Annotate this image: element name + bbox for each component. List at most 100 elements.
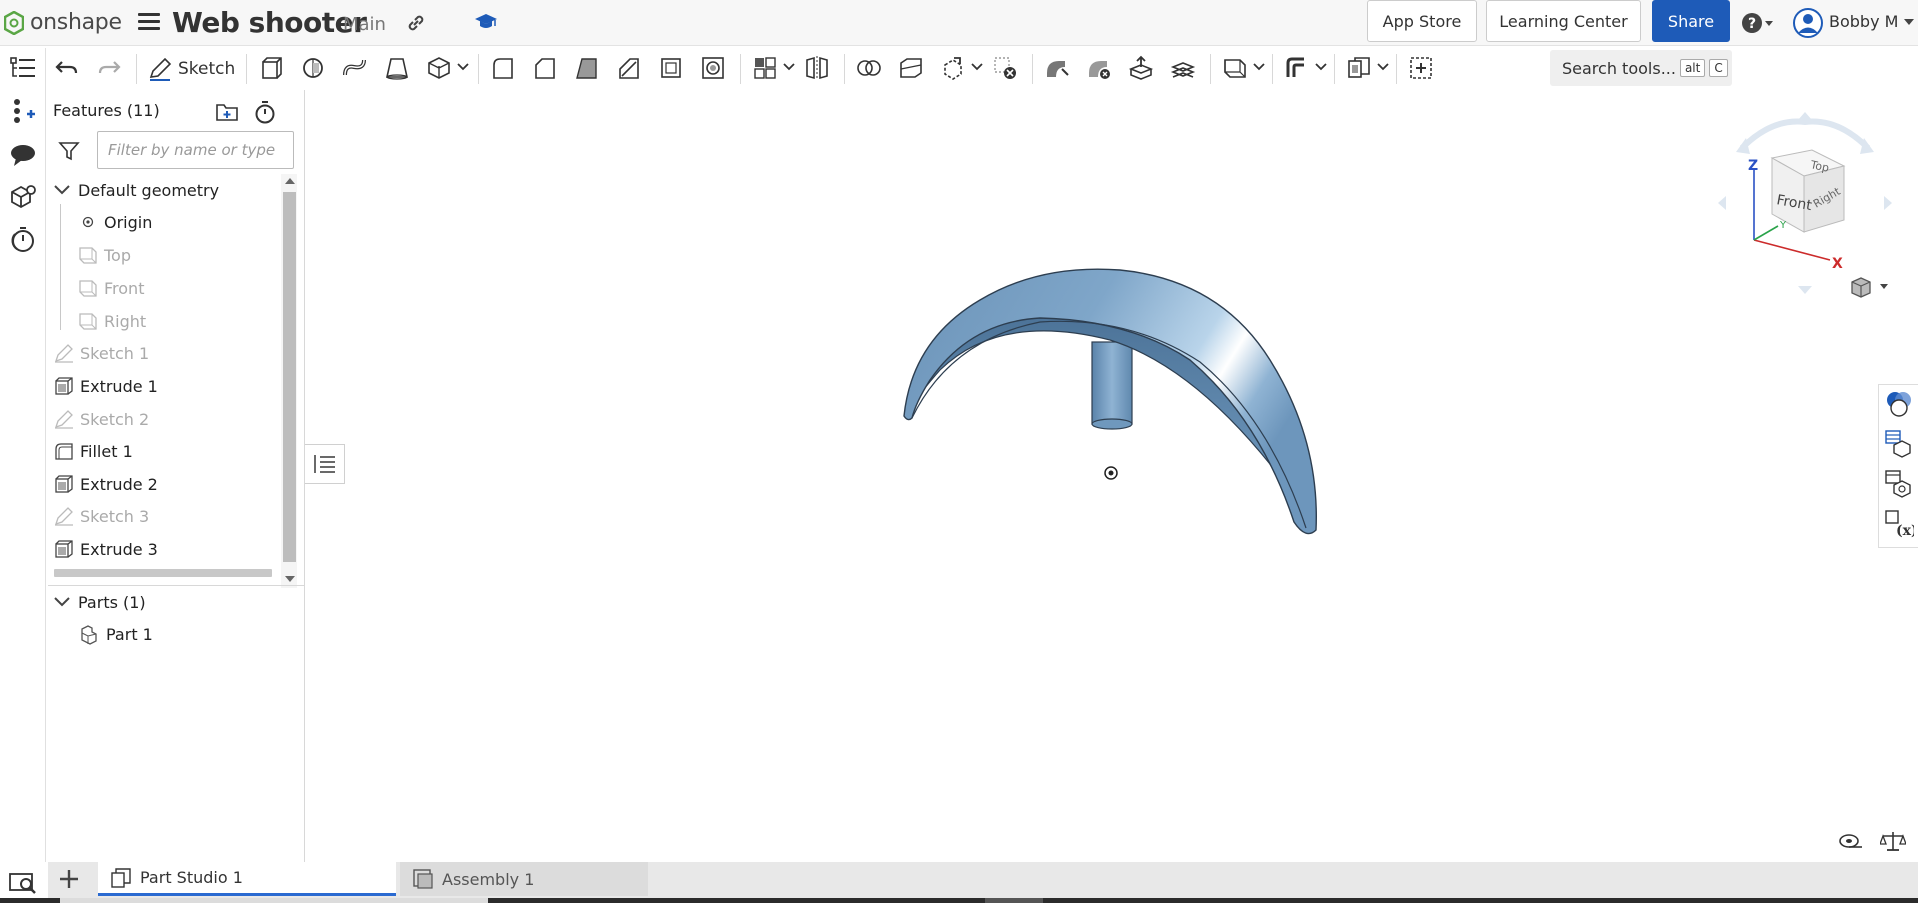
svg-text:(x): (x) [1896,523,1914,539]
onshape-logo[interactable]: onshape [4,10,122,35]
feature-panel: Features (11) Default geometry Origin To… [48,90,305,862]
list-item[interactable]: Extrude 3 [54,533,158,565]
filter-icon[interactable] [58,140,80,162]
fillet-icon [55,443,73,460]
appearance-icon[interactable] [1884,389,1914,419]
mass-properties-icon[interactable] [1880,830,1906,852]
frame-icon[interactable] [1344,54,1374,82]
share-button[interactable]: Share [1652,0,1730,42]
search-view-icon[interactable] [8,870,38,896]
chevron-down-icon[interactable] [456,62,470,72]
variable-table-icon[interactable] [1884,469,1914,499]
logo-text: onshape [30,10,122,35]
chamfer-icon[interactable] [530,54,560,82]
list-item[interactable]: Right [78,305,146,337]
draft-icon[interactable] [572,54,602,82]
chevron-down-icon[interactable] [52,592,72,612]
rib-icon[interactable] [614,54,644,82]
add-folder-icon[interactable] [215,100,241,122]
list-item[interactable]: Top [78,239,131,271]
view-cube[interactable]: Top Front Right Z X Y [1712,108,1898,298]
delete-part-icon[interactable] [990,54,1020,82]
help-icon[interactable]: ? [1741,12,1775,34]
history-timer-icon[interactable] [8,224,38,254]
chevron-down-icon[interactable] [1376,62,1390,72]
chevron-down-icon[interactable] [1904,18,1914,26]
pattern-icon[interactable] [750,54,780,82]
loft-icon[interactable] [382,54,412,82]
feature-tree-scrollbar[interactable] [281,174,297,588]
delete-face-icon[interactable] [1084,54,1114,82]
tape-measure-icon[interactable] [1838,830,1864,852]
app-store-button[interactable]: App Store [1367,0,1477,42]
shell-icon[interactable] [656,54,686,82]
custom-features-icon[interactable]: (x) [1884,509,1914,539]
configurations-icon[interactable] [1884,429,1914,459]
chevron-down-icon[interactable] [970,62,984,72]
axis-x-label: X [1832,256,1843,272]
split-icon[interactable] [896,54,926,82]
list-item[interactable]: Sketch 2 [54,403,149,435]
comments-icon[interactable] [8,140,38,170]
sheet-metal-icon[interactable] [1282,54,1312,82]
thicken-icon[interactable] [424,54,454,82]
axis-z-label: Z [1748,158,1758,174]
rollback-timer-icon[interactable] [254,100,276,124]
parts-group[interactable]: Parts (1) [52,586,146,618]
add-tab-icon[interactable] [56,866,82,892]
extrude-icon[interactable] [256,54,286,82]
list-item[interactable]: Front [78,272,144,304]
mirror-icon[interactable] [802,54,832,82]
transform-icon[interactable] [938,54,968,82]
sketch-button[interactable]: Sketch [148,56,235,82]
user-name[interactable]: Bobby M [1829,12,1898,31]
insert-icon[interactable] [8,96,38,126]
sketch-icon [54,410,73,429]
list-item[interactable]: Extrude 1 [54,370,158,402]
list-item[interactable]: Part 1 [78,618,153,650]
feature-list-icon[interactable] [8,54,38,84]
plane-icon[interactable] [1220,54,1250,82]
chevron-down-icon[interactable] [782,62,796,72]
workspace-name[interactable]: Main [343,14,386,35]
chevron-down-icon[interactable] [1314,62,1328,72]
replace-face-icon[interactable] [1168,54,1198,82]
list-item[interactable]: Sketch 1 [54,337,149,369]
tab-bar: Part Studio 1 Assembly 1 [48,862,1918,898]
sweep-icon[interactable] [340,54,370,82]
filter-input[interactable] [97,131,294,169]
main-toolbar: Sketch Search tools... alt C [48,48,1918,88]
scrollbar-thumb[interactable] [283,192,296,562]
view-options-dropdown[interactable] [1848,274,1892,300]
search-tools-button[interactable]: Search tools... alt C [1550,50,1732,86]
list-item[interactable]: Origin [78,206,152,238]
user-avatar[interactable] [1793,8,1823,38]
move-face-icon[interactable] [1126,54,1156,82]
part-model[interactable] [890,250,1330,550]
list-item[interactable]: Fillet 1 [54,435,133,467]
list-item[interactable]: Sketch 3 [54,500,149,532]
tab-part-studio-1[interactable]: Part Studio 1 [98,862,396,896]
horizontal-scrollbar[interactable] [54,569,272,577]
list-item[interactable]: Extrude 2 [54,468,158,500]
link-icon[interactable] [405,12,427,34]
revolve-icon[interactable] [298,54,328,82]
origin-marker-icon [1104,466,1118,480]
fillet-icon[interactable] [488,54,518,82]
add-custom-feature-icon[interactable] [1406,54,1436,82]
undo-icon[interactable] [52,54,82,82]
default-geometry-group[interactable]: Default geometry [52,174,219,206]
learning-center-button[interactable]: Learning Center [1486,0,1641,42]
modify-fillet-icon[interactable] [1042,54,1072,82]
document-title[interactable]: Web shooter [172,6,367,39]
tab-assembly-1[interactable]: Assembly 1 [400,862,648,896]
extrude-icon [55,540,73,558]
chevron-down-icon[interactable] [1252,62,1266,72]
parts-gear-icon[interactable] [8,182,38,212]
chevron-down-icon[interactable] [52,180,72,200]
hole-icon[interactable] [698,54,728,82]
boolean-icon[interactable] [854,54,884,82]
redo-icon[interactable] [94,54,124,82]
menu-icon[interactable] [138,13,160,31]
graduation-cap-icon[interactable] [474,11,498,33]
